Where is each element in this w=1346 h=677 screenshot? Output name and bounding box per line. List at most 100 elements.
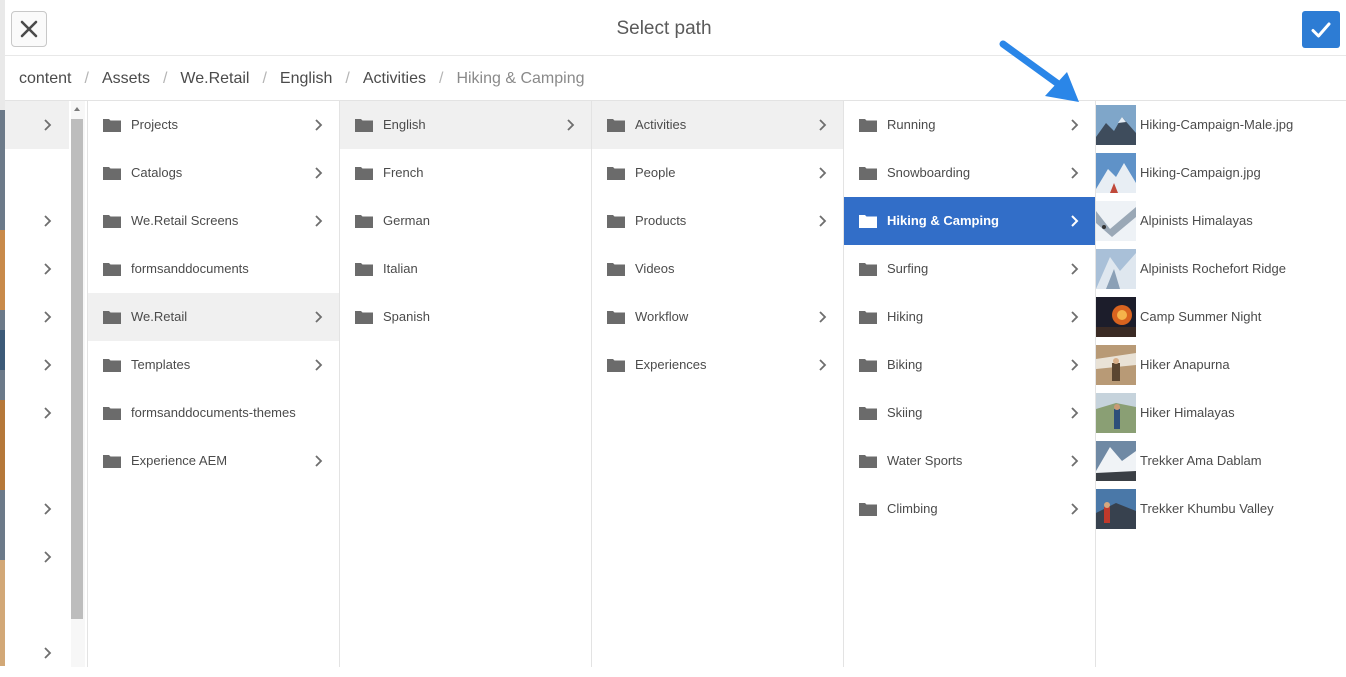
dialog-header: Select path bbox=[5, 0, 1346, 56]
list-item-workflow[interactable]: Workflow bbox=[592, 293, 843, 341]
list-item-label: Running bbox=[887, 117, 936, 132]
list-item[interactable] bbox=[5, 485, 69, 533]
folder-icon bbox=[607, 167, 625, 180]
breadcrumb-item-activities[interactable]: Activities bbox=[363, 70, 426, 88]
folder-icon bbox=[859, 263, 877, 276]
list-item-formsanddocuments[interactable]: formsanddocuments bbox=[88, 245, 339, 293]
list-item-label: Experience AEM bbox=[131, 453, 228, 468]
asset-item[interactable]: Alpinists Himalayas bbox=[1096, 197, 1346, 245]
chevron-right-icon bbox=[44, 647, 52, 659]
list-item-hiking-camping[interactable]: Hiking & Camping bbox=[844, 197, 1095, 245]
asset-label: Hiker Himalayas bbox=[1140, 405, 1235, 420]
list-item-spanish[interactable]: Spanish bbox=[340, 293, 591, 341]
image-thumbnail bbox=[1096, 441, 1136, 481]
chevron-right-icon bbox=[1071, 407, 1079, 419]
list-item[interactable] bbox=[5, 533, 69, 581]
list-item-activities[interactable]: Activities bbox=[592, 101, 843, 149]
list-item-formsanddocuments-themes[interactable]: formsanddocuments-themes bbox=[88, 389, 339, 437]
list-item-label: Surfing bbox=[887, 261, 929, 276]
list-item-running[interactable]: Running bbox=[844, 101, 1095, 149]
scroll-up-arrow-icon[interactable] bbox=[74, 107, 80, 111]
chevron-right-icon bbox=[1071, 119, 1079, 131]
list-item-english[interactable]: English bbox=[340, 101, 591, 149]
list-item[interactable] bbox=[5, 389, 69, 437]
breadcrumb-item-assets[interactable]: Assets bbox=[102, 70, 150, 88]
list-item-label: Skiing bbox=[887, 405, 923, 420]
list-item-people[interactable]: People bbox=[592, 149, 843, 197]
list-item-experiences[interactable]: Experiences bbox=[592, 341, 843, 389]
chevron-right-icon bbox=[819, 119, 827, 131]
folder-icon bbox=[103, 215, 121, 228]
folder-icon bbox=[103, 119, 121, 132]
list-item-water-sports[interactable]: Water Sports bbox=[844, 437, 1095, 485]
asset-item[interactable]: Hiking-Campaign-Male.jpg bbox=[1096, 101, 1346, 149]
asset-item[interactable]: Trekker Ama Dablam bbox=[1096, 437, 1346, 485]
asset-label: Alpinists Himalayas bbox=[1140, 213, 1253, 228]
list-item[interactable] bbox=[5, 629, 69, 677]
list-item-snowboarding[interactable]: Snowboarding bbox=[844, 149, 1095, 197]
asset-item[interactable]: Hiker Anapurna bbox=[1096, 341, 1346, 389]
folder-icon bbox=[859, 311, 877, 324]
image-thumbnail bbox=[1096, 153, 1136, 193]
list-item-label: Biking bbox=[887, 357, 923, 372]
list-item-surfing[interactable]: Surfing bbox=[844, 245, 1095, 293]
list-item-label: formsanddocuments-themes bbox=[131, 405, 296, 420]
list-item-label: Templates bbox=[131, 357, 191, 372]
list-item-italian[interactable]: Italian bbox=[340, 245, 591, 293]
confirm-button[interactable] bbox=[1302, 11, 1340, 48]
chevron-right-icon bbox=[819, 311, 827, 323]
column-activities: Running Snowboarding Hiking & Camping Su… bbox=[844, 101, 1096, 667]
chevron-right-icon bbox=[44, 263, 52, 275]
list-item[interactable] bbox=[5, 197, 69, 245]
list-item-french[interactable]: French bbox=[340, 149, 591, 197]
chevron-right-icon bbox=[1071, 311, 1079, 323]
list-item-we-retail-screens[interactable]: We.Retail Screens bbox=[88, 197, 339, 245]
folder-icon bbox=[103, 455, 121, 468]
list-item-climbing[interactable]: Climbing bbox=[844, 485, 1095, 533]
folder-icon bbox=[607, 359, 625, 372]
breadcrumb-item-english[interactable]: English bbox=[280, 70, 332, 88]
image-thumbnail bbox=[1096, 393, 1136, 433]
folder-icon bbox=[103, 263, 121, 276]
list-item[interactable] bbox=[5, 293, 69, 341]
list-item-label: French bbox=[383, 165, 424, 180]
breadcrumb-item-content[interactable]: content bbox=[19, 70, 71, 88]
chevron-right-icon bbox=[44, 215, 52, 227]
folder-icon bbox=[607, 263, 625, 276]
breadcrumb-item-we-retail[interactable]: We.Retail bbox=[180, 70, 249, 88]
breadcrumb-item-current: Hiking & Camping bbox=[456, 70, 585, 87]
chevron-right-icon bbox=[315, 311, 323, 323]
list-item-label: English bbox=[383, 117, 426, 132]
chevron-right-icon bbox=[567, 119, 575, 131]
list-item-hiking[interactable]: Hiking bbox=[844, 293, 1095, 341]
asset-item[interactable]: Alpinists Rochefort Ridge bbox=[1096, 245, 1346, 293]
list-item-label: Spanish bbox=[383, 309, 430, 324]
list-item-biking[interactable]: Biking bbox=[844, 341, 1095, 389]
list-item[interactable] bbox=[5, 341, 69, 389]
list-item-we-retail[interactable]: We.Retail bbox=[88, 293, 339, 341]
chevron-right-icon bbox=[819, 215, 827, 227]
list-item[interactable] bbox=[5, 245, 69, 293]
asset-item[interactable]: Trekker Khumbu Valley bbox=[1096, 485, 1346, 533]
list-item-products[interactable]: Products bbox=[592, 197, 843, 245]
list-item-experience-aem[interactable]: Experience AEM bbox=[88, 437, 339, 485]
image-thumbnail bbox=[1096, 201, 1136, 241]
folder-icon bbox=[355, 167, 373, 180]
list-item-templates[interactable]: Templates bbox=[88, 341, 339, 389]
chevron-right-icon bbox=[315, 119, 323, 131]
list-item-catalogs[interactable]: Catalogs bbox=[88, 149, 339, 197]
list-item-skiing[interactable]: Skiing bbox=[844, 389, 1095, 437]
asset-item[interactable]: Hiking-Campaign.jpg bbox=[1096, 149, 1346, 197]
list-item-label: Italian bbox=[383, 261, 418, 276]
list-item[interactable] bbox=[5, 101, 69, 149]
asset-item[interactable]: Hiker Himalayas bbox=[1096, 389, 1346, 437]
chevron-right-icon bbox=[44, 407, 52, 419]
checkmark-icon bbox=[1311, 22, 1331, 37]
asset-label: Hiking-Campaign.jpg bbox=[1140, 165, 1261, 180]
list-item-projects[interactable]: Projects bbox=[88, 101, 339, 149]
list-item-videos[interactable]: Videos bbox=[592, 245, 843, 293]
scrollbar-thumb[interactable] bbox=[71, 119, 83, 619]
image-thumbnail bbox=[1096, 489, 1136, 529]
asset-item[interactable]: Camp Summer Night bbox=[1096, 293, 1346, 341]
list-item-german[interactable]: German bbox=[340, 197, 591, 245]
